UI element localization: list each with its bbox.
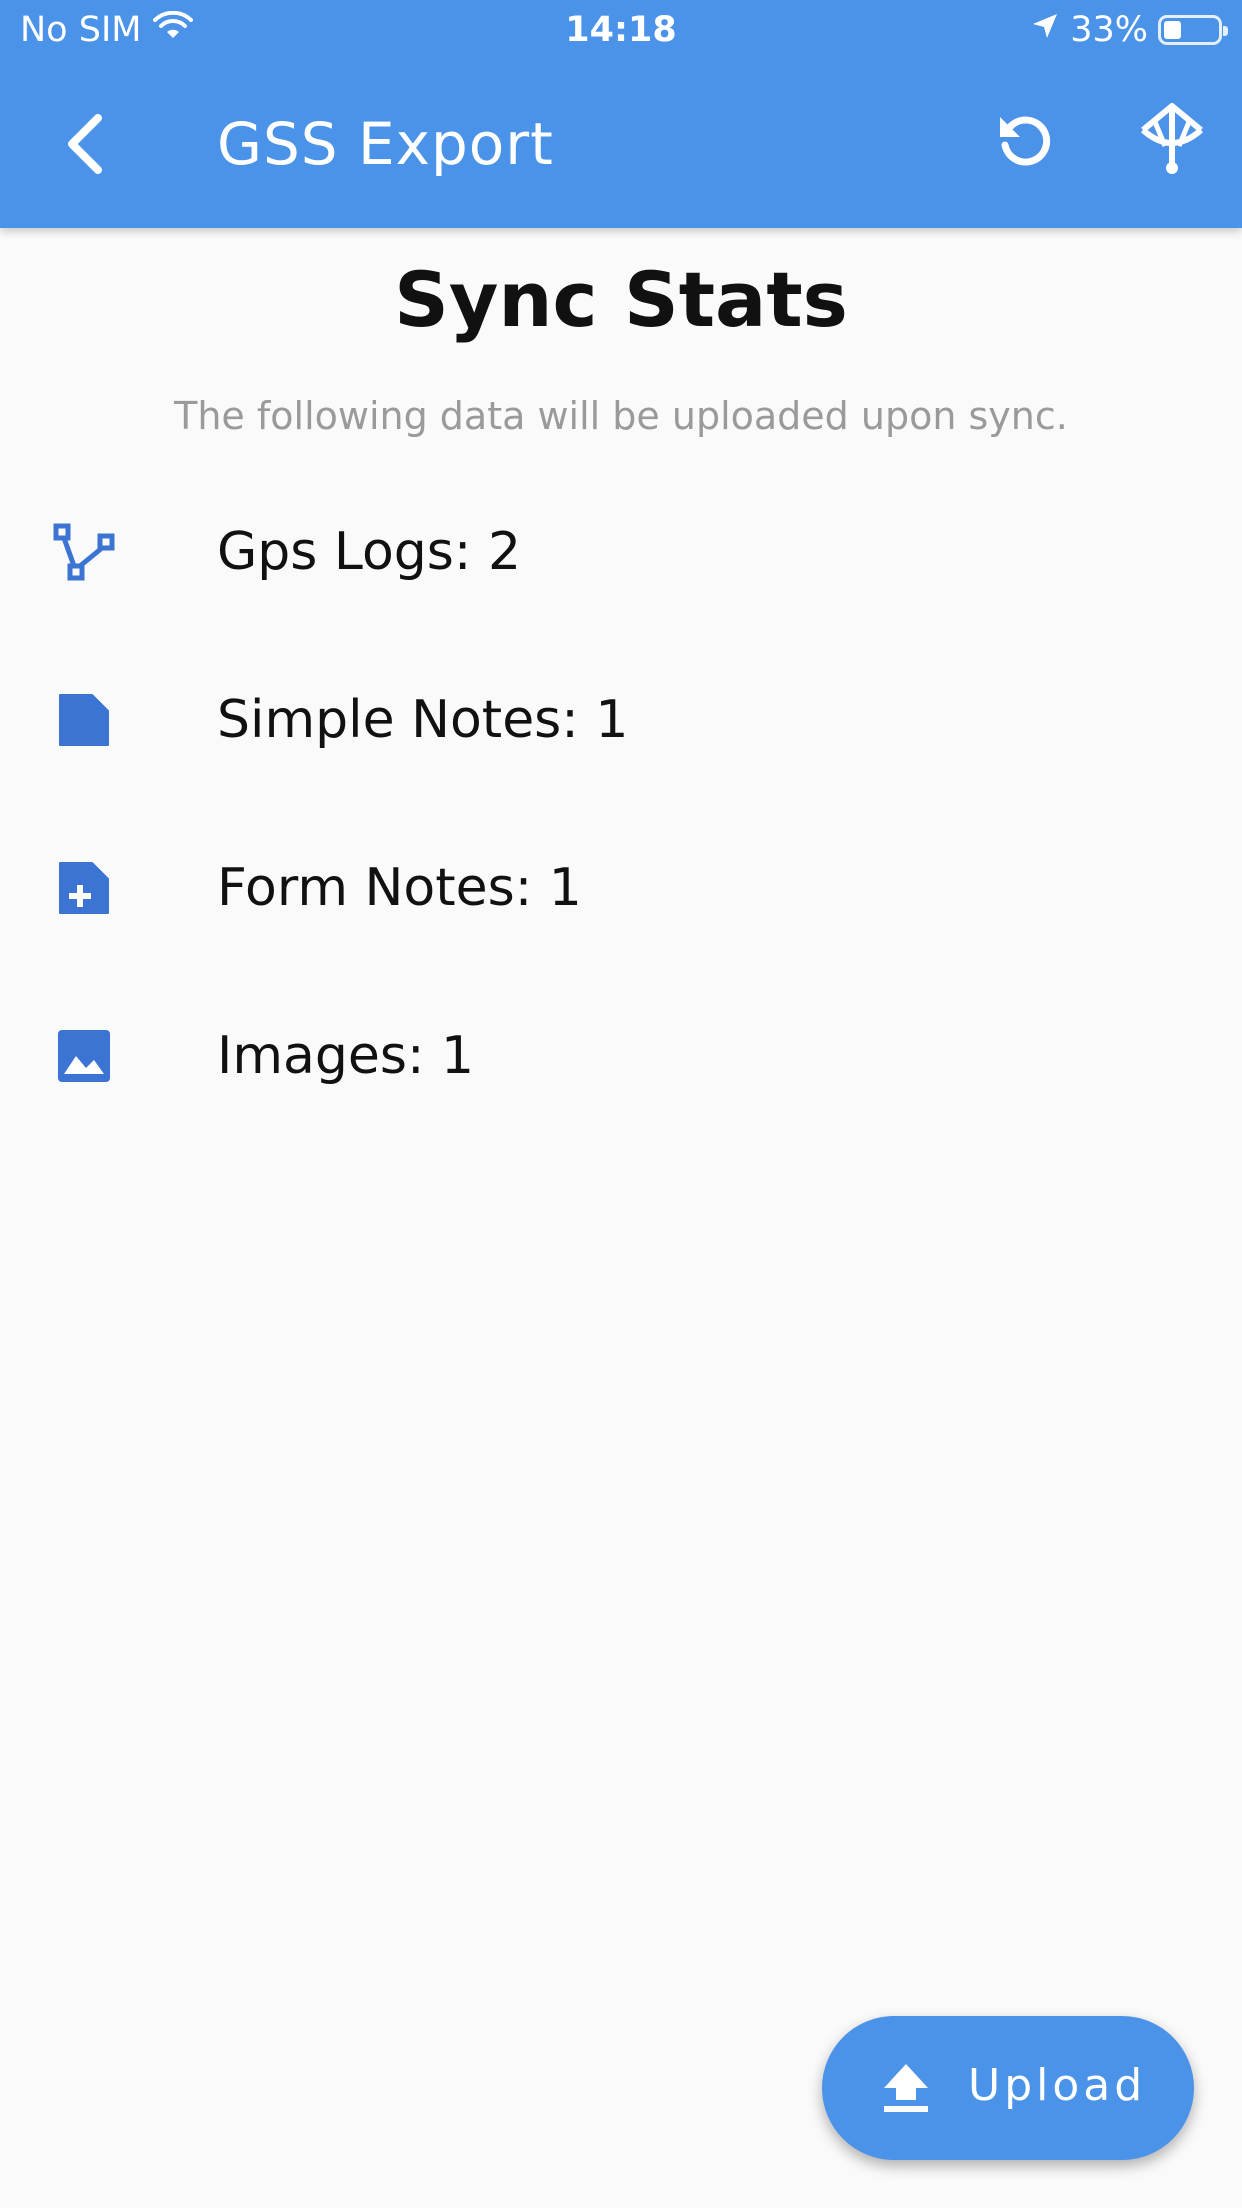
gps-log-icon xyxy=(48,516,120,588)
upload-button[interactable]: Upload xyxy=(822,2016,1194,2160)
form-note-icon xyxy=(48,852,120,924)
gss-settings-button[interactable] xyxy=(1130,98,1214,182)
stat-row-images[interactable]: Images: 1 xyxy=(0,972,1242,1140)
battery-level xyxy=(1164,21,1181,39)
gss-server-icon xyxy=(1137,100,1207,180)
refresh-icon xyxy=(992,107,1058,177)
image-icon xyxy=(48,1020,120,1092)
stat-label: Images: 1 xyxy=(217,1026,475,1086)
sync-stats-subtitle: The following data will be uploaded upon… xyxy=(174,394,1068,438)
app-bar: No SIM 14:18 33% GSS Export xyxy=(0,0,1242,228)
upload-label: Upload xyxy=(968,2060,1147,2111)
sync-stats-title: Sync Stats xyxy=(394,255,848,344)
back-button[interactable] xyxy=(44,106,124,186)
stat-label: Form Notes: 1 xyxy=(217,858,582,918)
location-arrow-icon xyxy=(1030,10,1060,50)
stat-row-gps-logs[interactable]: Gps Logs: 2 xyxy=(0,468,1242,636)
toolbar: GSS Export xyxy=(0,62,1242,228)
stat-label: Simple Notes: 1 xyxy=(217,690,629,750)
stat-label: Gps Logs: 2 xyxy=(217,522,522,582)
back-arrow-icon xyxy=(62,112,106,180)
note-icon xyxy=(48,684,120,756)
battery-percent: 33% xyxy=(1070,10,1148,50)
stat-row-form-notes[interactable]: Form Notes: 1 xyxy=(0,804,1242,972)
refresh-button[interactable] xyxy=(985,102,1065,182)
battery-icon xyxy=(1158,15,1228,45)
upload-icon xyxy=(878,2060,934,2116)
stat-row-simple-notes[interactable]: Simple Notes: 1 xyxy=(0,636,1242,804)
status-right: 33% xyxy=(1030,10,1228,50)
status-bar: No SIM 14:18 33% xyxy=(0,0,1242,62)
page-title: GSS Export xyxy=(217,110,554,178)
